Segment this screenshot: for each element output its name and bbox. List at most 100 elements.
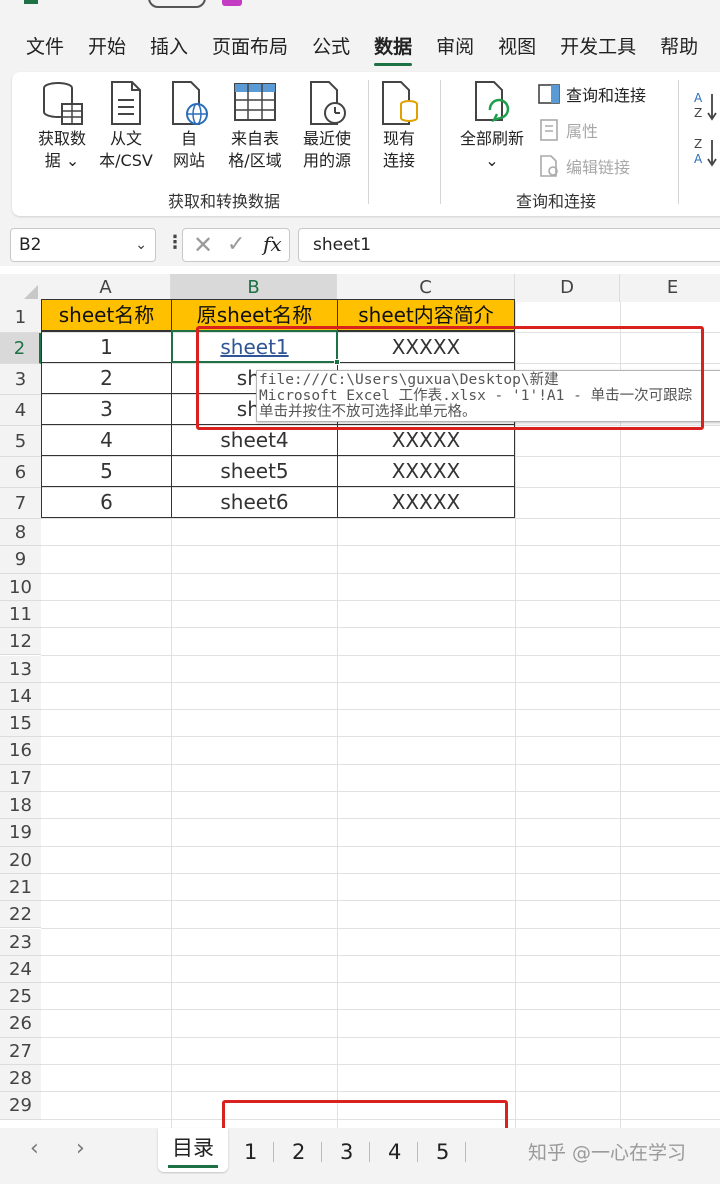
row-header[interactable]: 29 — [0, 1092, 41, 1120]
row-header[interactable]: 22 — [0, 901, 41, 929]
table-cell[interactable]: 4 — [41, 424, 172, 456]
edit-links-button[interactable]: 编辑链接 — [538, 154, 630, 178]
tab-formulas[interactable]: 公式 — [312, 22, 350, 72]
table-cell[interactable]: sheet6 — [171, 486, 338, 518]
tab-review[interactable]: 审阅 — [436, 22, 474, 72]
name-box[interactable]: B2 ⌄ — [10, 228, 156, 262]
chevron-right-icon[interactable]: › — [76, 1136, 85, 1161]
table-cell[interactable]: 1 — [41, 331, 172, 363]
row-header[interactable]: 13 — [0, 655, 41, 683]
sheet-tab-index[interactable]: 目录 — [158, 1128, 228, 1172]
table-cell[interactable]: XXXXX — [337, 486, 515, 518]
row-header[interactable]: 2 — [0, 333, 41, 364]
insert-function-icon[interactable]: fx — [263, 232, 282, 256]
sort-descending-icon[interactable]: Z A — [694, 136, 720, 174]
excel-logo-icon — [24, 0, 38, 4]
row-header[interactable]: 10 — [0, 573, 41, 601]
row-header[interactable]: 21 — [0, 873, 41, 902]
table-cell[interactable]: XXXXX — [337, 455, 515, 487]
chevron-left-icon[interactable]: ‹ — [30, 1136, 39, 1161]
column-header-d[interactable]: D — [515, 274, 620, 302]
row-header[interactable]: 28 — [0, 1065, 41, 1093]
select-all-corner[interactable] — [0, 274, 41, 302]
sheet-tab-2[interactable]: 2 — [292, 1140, 305, 1164]
formula-buttons: ✕ ✓ fx — [182, 228, 290, 262]
row-header[interactable]: 6 — [0, 457, 41, 488]
recent-sources-button[interactable]: 最近使 用的源 — [292, 80, 362, 172]
cell-text: sheet4 — [220, 428, 289, 452]
recent-label: 最近使 — [302, 129, 351, 148]
row-header[interactable]: 27 — [0, 1037, 41, 1065]
svg-text:Z: Z — [694, 106, 702, 120]
column-header-e[interactable]: E — [620, 274, 720, 302]
tab-page-layout[interactable]: 页面布局 — [212, 22, 288, 72]
row-header[interactable]: 25 — [0, 983, 41, 1011]
get-data-label: 获取数 — [37, 129, 86, 148]
from-table-button[interactable]: 来自表 格/区域 — [220, 80, 290, 172]
table-cell[interactable]: sheet5 — [171, 455, 338, 487]
column-header-c[interactable]: C — [337, 274, 515, 302]
header-cell-sheet-name[interactable]: sheet名称 — [41, 299, 172, 331]
row-header[interactable]: 24 — [0, 955, 41, 984]
chevron-down-icon[interactable]: ⌄ — [135, 229, 147, 261]
from-text-csv-button[interactable]: 从文 本/CSV — [94, 80, 158, 172]
row-header[interactable]: 16 — [0, 737, 41, 765]
get-data-button[interactable]: 获取数 据 ⌄ — [32, 80, 92, 172]
column-header-a[interactable]: A — [41, 274, 171, 302]
row-header[interactable]: 8 — [0, 519, 41, 547]
row-header[interactable]: 20 — [0, 846, 41, 874]
row-header[interactable]: 11 — [0, 600, 41, 629]
row-header[interactable]: 3 — [0, 364, 41, 395]
gridline-horizontal — [41, 654, 720, 656]
from-web-button[interactable]: 自 网站 — [164, 80, 214, 172]
row-header[interactable]: 4 — [0, 395, 41, 426]
tab-home[interactable]: 开始 — [88, 22, 126, 72]
properties-button[interactable]: 属性 — [538, 118, 598, 142]
row-header[interactable]: 15 — [0, 710, 41, 738]
tab-insert[interactable]: 插入 — [150, 22, 188, 72]
row-header[interactable]: 12 — [0, 628, 41, 656]
row-header[interactable]: 9 — [0, 546, 41, 574]
ribbon-area: 获取数 据 ⌄ 从文 本/CSV 自 网站 来自表 格/区域 最近使 用的源 现… — [0, 72, 720, 224]
row-header[interactable]: 7 — [0, 488, 41, 519]
table-cell[interactable]: 3 — [41, 393, 172, 425]
tab-view[interactable]: 视图 — [498, 22, 536, 72]
enter-check-icon[interactable]: ✓ — [227, 232, 245, 257]
column-header-b[interactable]: B — [171, 274, 337, 302]
sheet-tab-1[interactable]: 1 — [244, 1140, 257, 1164]
cell-text: sheet6 — [220, 490, 289, 514]
formula-input[interactable]: sheet1 — [298, 228, 720, 262]
refresh-all-button[interactable]: 全部刷新 ⌄ — [450, 80, 534, 172]
highlight-box-hyperlink — [196, 326, 704, 430]
connection-db-icon — [382, 81, 418, 125]
from-text-label: 从文 — [109, 129, 142, 148]
table-cell[interactable]: 6 — [41, 486, 172, 518]
from-web-label-2: 网站 — [172, 151, 205, 170]
table-cell[interactable]: 2 — [41, 362, 172, 394]
row-header[interactable]: 1 — [0, 302, 41, 333]
ribbon-tabs: 文件 开始 插入 页面布局 公式 数据 审阅 视图 开发工具 帮助 — [0, 22, 720, 72]
tab-developer[interactable]: 开发工具 — [560, 22, 636, 72]
row-header[interactable]: 23 — [0, 928, 41, 956]
tab-help[interactable]: 帮助 — [660, 22, 698, 72]
text-file-icon — [111, 81, 141, 125]
cancel-icon[interactable]: ✕ — [193, 231, 213, 259]
table-cell[interactable]: 5 — [41, 455, 172, 487]
cell-text: sheet5 — [220, 459, 289, 483]
queries-connections-button[interactable]: 查询和连接 — [538, 82, 646, 106]
table-range-icon — [234, 83, 276, 121]
row-header[interactable]: 17 — [0, 764, 41, 792]
tab-file[interactable]: 文件 — [26, 22, 64, 72]
sheet-tab-3[interactable]: 3 — [340, 1140, 353, 1164]
row-header[interactable]: 14 — [0, 682, 41, 711]
sheet-tab-4[interactable]: 4 — [388, 1140, 401, 1164]
sheet-tab-5[interactable]: 5 — [436, 1140, 449, 1164]
row-header[interactable]: 18 — [0, 792, 41, 820]
row-header[interactable]: 19 — [0, 819, 41, 847]
autosave-toggle[interactable] — [148, 0, 206, 8]
tab-data[interactable]: 数据 — [374, 22, 413, 72]
row-header[interactable]: 26 — [0, 1010, 41, 1038]
sort-ascending-icon[interactable]: A Z — [694, 90, 720, 128]
row-header[interactable]: 5 — [0, 426, 41, 457]
existing-connections-button[interactable]: 现有 连接 — [374, 80, 424, 172]
